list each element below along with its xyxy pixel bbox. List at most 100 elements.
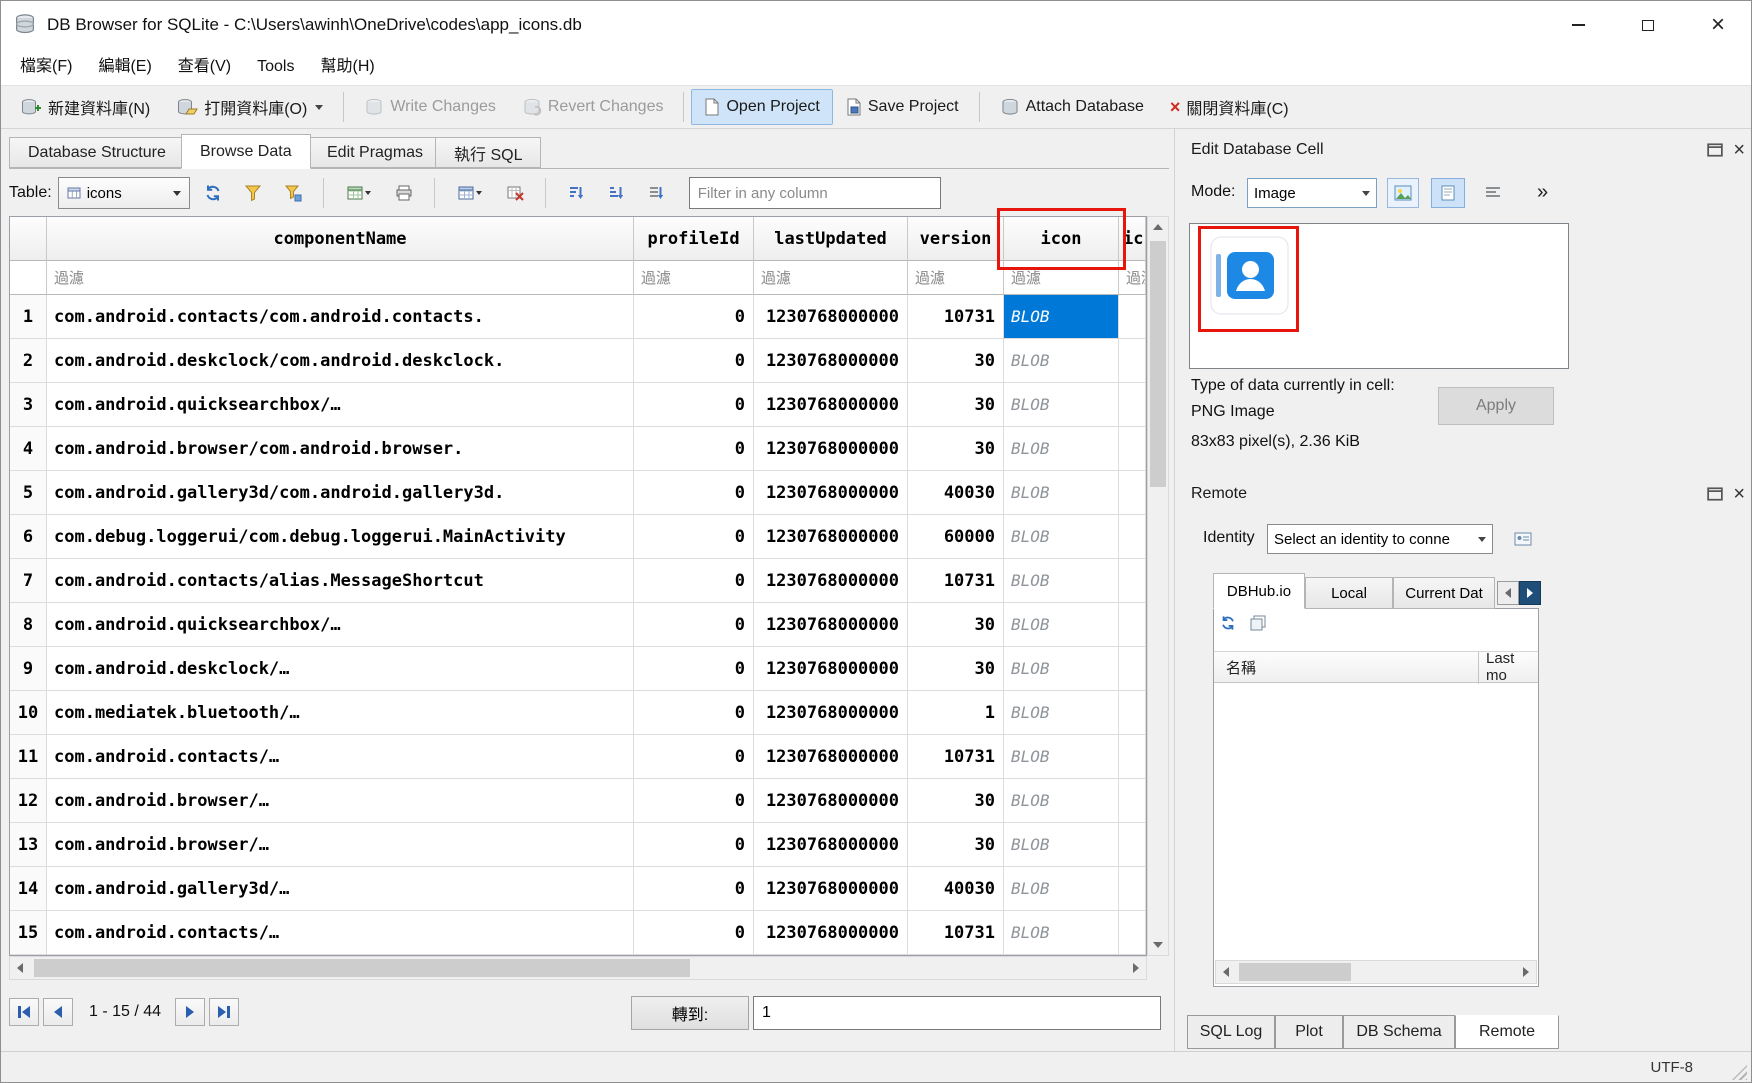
tab-scroll-right-button[interactable] — [1519, 581, 1541, 605]
cell-version[interactable]: 40030 — [908, 867, 1004, 911]
cell-icon[interactable]: BLOB — [1004, 647, 1119, 691]
cell-profileId[interactable]: 0 — [634, 383, 754, 427]
remote-column-lastmodified[interactable]: Last mo — [1486, 650, 1538, 684]
cell-lastUpdated[interactable]: 1230768000000 — [754, 603, 908, 647]
tab-browse-data[interactable]: Browse Data — [181, 134, 311, 169]
cell-lastUpdated[interactable]: 1230768000000 — [754, 691, 908, 735]
cell-profileId[interactable]: 0 — [634, 471, 754, 515]
save-project-button[interactable]: Save Project — [833, 89, 972, 125]
dock-close-icon[interactable]: × — [1733, 484, 1745, 504]
cell-clipped[interactable] — [1119, 911, 1146, 955]
cell-clipped[interactable] — [1119, 691, 1146, 735]
tab-database-structure[interactable]: Database Structure — [9, 137, 185, 168]
cell-version[interactable]: 10731 — [908, 559, 1004, 603]
column-header-version[interactable]: version — [908, 217, 1004, 261]
vertical-scroll-thumb[interactable] — [1150, 241, 1166, 487]
table-row[interactable]: 9com.android.deskclock/…0123076800000030… — [10, 647, 1146, 691]
cell-icon[interactable]: BLOB — [1004, 735, 1119, 779]
cell-version[interactable]: 30 — [908, 383, 1004, 427]
table-row[interactable]: 14com.android.gallery3d/…012307680000004… — [10, 867, 1146, 911]
cell-componentName[interactable]: com.android.quicksearchbox/… — [47, 603, 634, 647]
cell-lastUpdated[interactable]: 1230768000000 — [754, 735, 908, 779]
table-select[interactable]: icons — [58, 177, 190, 209]
minimize-button[interactable] — [1545, 1, 1611, 49]
cell-lastUpdated[interactable]: 1230768000000 — [754, 295, 908, 339]
menu-view[interactable]: 查看(V) — [165, 49, 244, 85]
cell-componentName[interactable]: com.android.deskclock/com.android.deskcl… — [47, 339, 634, 383]
cell-icon[interactable]: BLOB — [1004, 867, 1119, 911]
remote-tab-current-db[interactable]: Current Dat — [1393, 577, 1495, 609]
resize-grip[interactable] — [1732, 1065, 1747, 1080]
cell-profileId[interactable]: 0 — [634, 647, 754, 691]
remote-tab-dbhub[interactable]: DBHub.io — [1213, 573, 1305, 609]
cell-componentName[interactable]: com.android.contacts/com.android.contact… — [47, 295, 634, 339]
cell-lastUpdated[interactable]: 1230768000000 — [754, 823, 908, 867]
filter-input-icon[interactable]: 過濾 — [1004, 261, 1119, 295]
cell-componentName[interactable]: com.android.contacts/… — [47, 911, 634, 955]
cell-lastUpdated[interactable]: 1230768000000 — [754, 911, 908, 955]
cell-clipped[interactable] — [1119, 779, 1146, 823]
cell-clipped[interactable] — [1119, 295, 1146, 339]
cell-icon[interactable]: BLOB — [1004, 427, 1119, 471]
print-button[interactable] — [387, 177, 421, 209]
filter-input-componentName[interactable]: 過濾 — [47, 261, 634, 295]
dock-tab-plot[interactable]: Plot — [1275, 1015, 1343, 1049]
cell-clipped[interactable] — [1119, 867, 1146, 911]
cell-version[interactable]: 30 — [908, 339, 1004, 383]
cell-version[interactable]: 30 — [908, 647, 1004, 691]
goto-button[interactable]: 轉到: — [631, 996, 749, 1030]
cell-icon[interactable]: BLOB — [1004, 339, 1119, 383]
cell-icon[interactable]: BLOB — [1004, 691, 1119, 735]
dock-tab-remote[interactable]: Remote — [1455, 1015, 1559, 1049]
cell-profileId[interactable]: 0 — [634, 867, 754, 911]
column-header-componentName[interactable]: componentName — [47, 217, 634, 261]
cell-profileId[interactable]: 0 — [634, 515, 754, 559]
scroll-right-icon[interactable] — [1126, 958, 1146, 978]
cell-version[interactable]: 40030 — [908, 471, 1004, 515]
cell-componentName[interactable]: com.android.gallery3d/com.android.galler… — [47, 471, 634, 515]
write-changes-button[interactable]: Write Changes — [351, 89, 509, 125]
table-row[interactable]: 5com.android.gallery3d/com.android.galle… — [10, 471, 1146, 515]
tab-execute-sql[interactable]: 執行 SQL — [435, 137, 541, 168]
dock-tab-db-schema[interactable]: DB Schema — [1343, 1015, 1455, 1049]
new-record-button[interactable] — [337, 177, 381, 209]
close-button[interactable]: × — [1685, 1, 1751, 49]
cell-profileId[interactable]: 0 — [634, 823, 754, 867]
insert-record-button[interactable] — [448, 177, 492, 209]
maximize-button[interactable] — [1615, 1, 1681, 49]
table-row[interactable]: 13com.android.browser/…0123076800000030B… — [10, 823, 1146, 867]
scroll-right-icon[interactable] — [1516, 962, 1536, 982]
cell-version[interactable]: 30 — [908, 779, 1004, 823]
cell-profileId[interactable]: 0 — [634, 911, 754, 955]
cell-lastUpdated[interactable]: 1230768000000 — [754, 339, 908, 383]
cell-version[interactable]: 30 — [908, 427, 1004, 471]
column-header-profileId[interactable]: profileId — [634, 217, 754, 261]
cell-profileId[interactable]: 0 — [634, 735, 754, 779]
cell-profileId[interactable]: 0 — [634, 559, 754, 603]
cell-profileId[interactable]: 0 — [634, 295, 754, 339]
menu-tools[interactable]: Tools — [244, 49, 307, 85]
refresh-button[interactable] — [196, 177, 230, 209]
table-row[interactable]: 4com.android.browser/com.android.browser… — [10, 427, 1146, 471]
menu-help[interactable]: 幫助(H) — [307, 49, 387, 85]
cell-version[interactable]: 1 — [908, 691, 1004, 735]
open-project-button[interactable]: Open Project — [691, 89, 832, 125]
cell-profileId[interactable]: 0 — [634, 603, 754, 647]
cell-icon[interactable]: BLOB — [1004, 911, 1119, 955]
table-row[interactable]: 10com.mediatek.bluetooth/…01230768000000… — [10, 691, 1146, 735]
menu-file[interactable]: 檔案(F) — [7, 49, 85, 85]
clear-filters-button[interactable] — [236, 177, 270, 209]
cell-clipped[interactable] — [1119, 603, 1146, 647]
table-row[interactable]: 7com.android.contacts/alias.MessageShort… — [10, 559, 1146, 603]
dock-float-icon[interactable] — [1707, 143, 1723, 157]
cell-icon[interactable]: BLOB — [1004, 603, 1119, 647]
cell-profileId[interactable]: 0 — [634, 779, 754, 823]
identity-settings-button[interactable] — [1507, 524, 1539, 554]
open-database-button[interactable]: 打開資料庫(O) — [163, 89, 336, 125]
next-page-button[interactable] — [175, 998, 205, 1026]
cell-version[interactable]: 60000 — [908, 515, 1004, 559]
cell-icon[interactable]: BLOB — [1004, 515, 1119, 559]
new-database-button[interactable]: 新建資料庫(N) — [7, 89, 163, 125]
panel-splitter[interactable] — [1174, 129, 1175, 1051]
remote-column-name[interactable]: 名稱 — [1214, 657, 1256, 678]
